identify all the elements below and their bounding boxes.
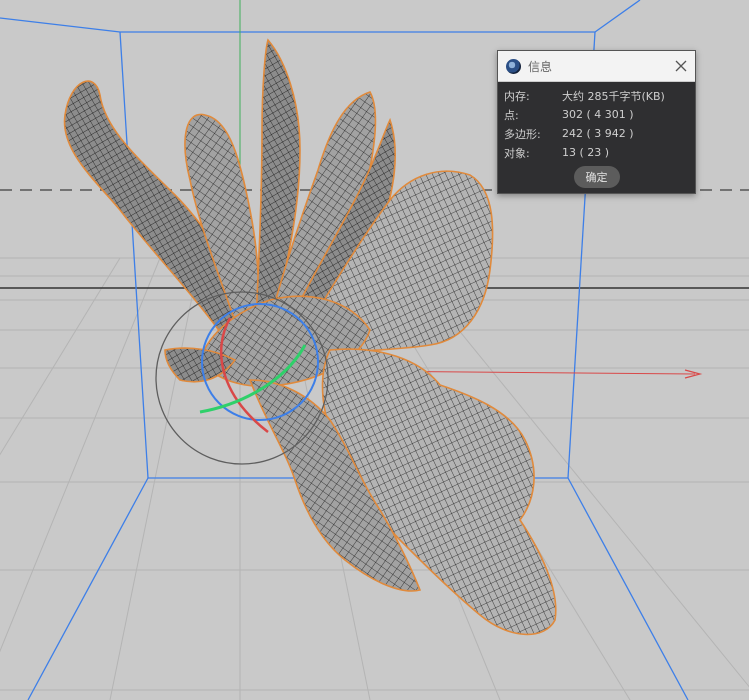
dialog-footer: 确定	[504, 166, 689, 188]
info-value: 大约 285千字节(KB)	[562, 89, 665, 103]
dialog-body: 内存: 大约 285千字节(KB) 点: 302 ( 4 301 ) 多边形: …	[498, 82, 695, 188]
info-label: 多边形:	[504, 127, 541, 141]
close-icon	[675, 60, 687, 72]
info-value: 242 ( 3 942 )	[562, 127, 634, 140]
info-value: 302 ( 4 301 )	[562, 108, 634, 121]
info-value: 13 ( 23 )	[562, 146, 610, 159]
dialog-title: 信息	[528, 59, 553, 74]
info-dialog: 信息 内存: 大约 285千字节(KB) 点: 302 ( 4 301 ) 多边…	[497, 50, 696, 194]
ok-button[interactable]: 确定	[573, 166, 620, 188]
info-row-objects: 对象: 13 ( 23 )	[504, 143, 689, 162]
info-row-polygons: 多边形: 242 ( 3 942 )	[504, 124, 689, 143]
info-row-points: 点: 302 ( 4 301 )	[504, 105, 689, 124]
info-row-memory: 内存: 大约 285千字节(KB)	[504, 86, 689, 105]
close-button[interactable]	[667, 52, 695, 80]
dialog-titlebar[interactable]: 信息	[498, 51, 695, 82]
mesh-object[interactable]	[63, 38, 557, 636]
info-label: 点:	[504, 108, 519, 122]
cinema4d-icon	[506, 58, 521, 74]
info-label: 对象:	[504, 146, 530, 160]
info-label: 内存:	[504, 89, 530, 103]
